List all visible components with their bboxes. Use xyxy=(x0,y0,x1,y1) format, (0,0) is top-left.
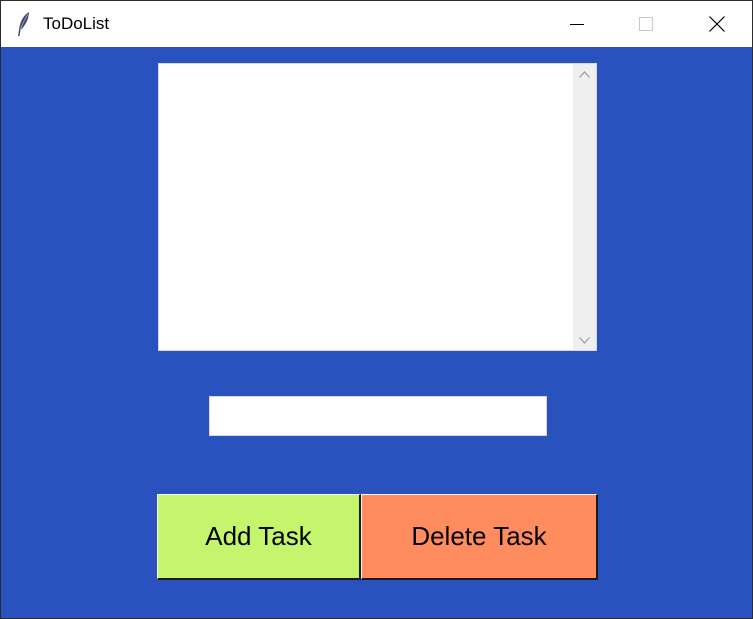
minimize-icon xyxy=(570,24,584,25)
chevron-up-icon xyxy=(579,70,590,78)
main-area: Add Task Delete Task xyxy=(1,47,752,618)
task-entry-field[interactable] xyxy=(209,396,547,436)
close-button[interactable] xyxy=(694,1,740,47)
vertical-scrollbar[interactable] xyxy=(573,64,596,350)
app-window: ToDoList Add Task Delete Task xyxy=(0,0,753,619)
close-icon xyxy=(709,16,725,32)
maximize-icon xyxy=(639,17,653,31)
task-list[interactable] xyxy=(159,64,573,350)
title-bar[interactable]: ToDoList xyxy=(1,1,752,47)
scroll-up-button[interactable] xyxy=(573,64,596,84)
feather-icon xyxy=(16,11,32,37)
maximize-button[interactable] xyxy=(623,1,669,47)
window-title: ToDoList xyxy=(43,14,110,33)
task-listbox[interactable] xyxy=(158,63,597,351)
chevron-down-icon xyxy=(579,336,590,344)
add-task-button[interactable]: Add Task xyxy=(157,494,361,580)
minimize-button[interactable] xyxy=(554,1,600,47)
delete-task-button[interactable]: Delete Task xyxy=(361,494,598,580)
scroll-down-button[interactable] xyxy=(573,330,596,350)
